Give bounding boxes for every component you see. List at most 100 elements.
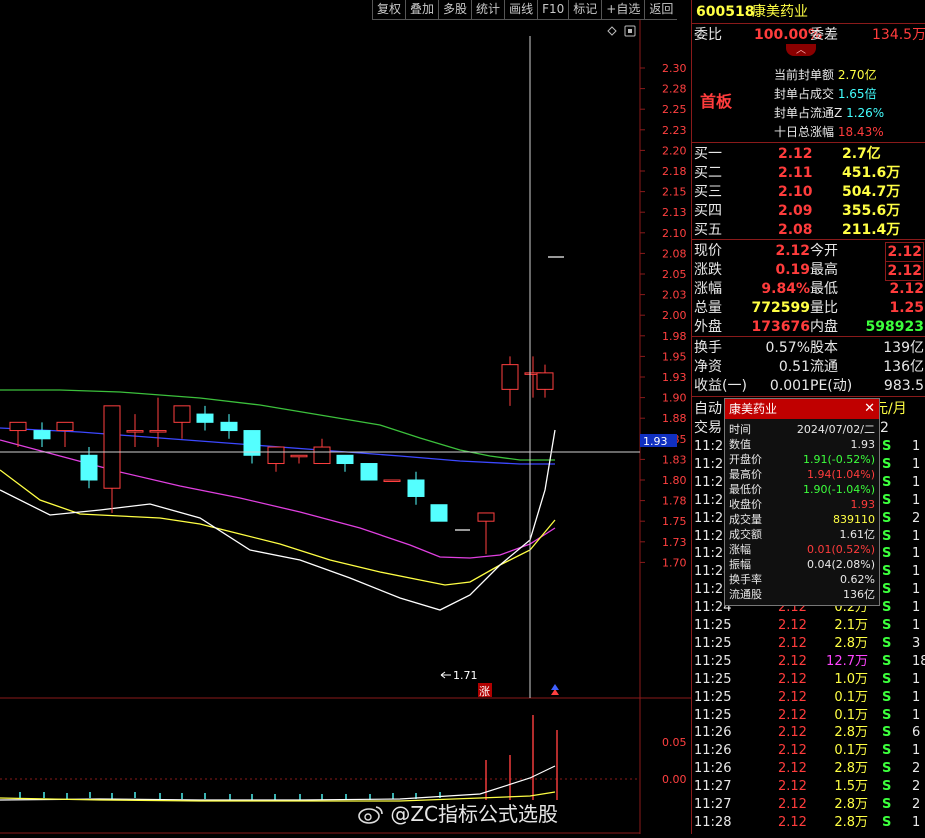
toolbar-draw-line-button[interactable]: 画线 bbox=[504, 0, 538, 20]
tick-row[interactable]: 11:27 2.12 2.8万 S 2 bbox=[692, 796, 925, 814]
stock-name: 康美药业 bbox=[752, 4, 808, 20]
toolbar-multi-stock-button[interactable]: 多股 bbox=[438, 0, 472, 20]
popup-row: 最低价 1.90(-1.04%) bbox=[725, 482, 879, 497]
toolbar-fuquan-button[interactable]: 复权 bbox=[372, 0, 406, 20]
price-axis-tick: 1.88 bbox=[662, 412, 687, 425]
moving-average-lines bbox=[0, 389, 556, 611]
bid-volume: 451.6万 bbox=[842, 165, 901, 181]
tick-side: S bbox=[882, 653, 892, 669]
candle bbox=[360, 463, 378, 481]
price-axis-tick: 2.08 bbox=[662, 247, 687, 260]
stat-label: 涨跌 bbox=[694, 262, 722, 278]
price-axis-tick: 2.03 bbox=[662, 289, 687, 302]
tick-count: 3 bbox=[912, 635, 921, 651]
kline-chart-svg[interactable]: 2.30 2.28 2.25 2.23 2.20 2.18 2.15 2.13 2.10 2.08… bbox=[0, 20, 691, 834]
seal-row-2: 封单占流通Z 1.26% bbox=[774, 106, 885, 120]
tick-volume: 2.8万 bbox=[834, 725, 868, 741]
bid-label: 买二 bbox=[694, 165, 722, 181]
stat-value: 9.84% bbox=[761, 281, 810, 297]
stat-row: 外盘 173676 内盘 598923 bbox=[692, 318, 925, 336]
stat2-value-2: 139亿 bbox=[883, 340, 924, 356]
tick-count: 1 bbox=[912, 671, 921, 687]
candle bbox=[149, 397, 167, 448]
tick-time: 11:25 bbox=[694, 689, 732, 705]
stat-value: 772599 bbox=[751, 300, 810, 316]
candle bbox=[501, 356, 519, 406]
tick-price: 2.12 bbox=[778, 725, 807, 741]
collapse-toggle[interactable]: ︿ bbox=[786, 44, 816, 56]
bid-volume: 504.7万 bbox=[842, 184, 901, 200]
toolbar-back-button[interactable]: 返回 bbox=[644, 0, 678, 20]
bid-price: 2.12 bbox=[778, 146, 813, 162]
tick-row[interactable]: 11:25 2.12 0.1万 S 1 bbox=[692, 689, 925, 707]
tick-time: 11:28 bbox=[694, 814, 732, 830]
kline-chart-area[interactable]: 2.30 2.28 2.25 2.23 2.20 2.18 2.15 2.13 2.10 2.08… bbox=[0, 20, 691, 834]
tick-row[interactable]: 11:26 2.12 2.8万 S 6 bbox=[692, 724, 925, 742]
volume-axis-label-005: 0.05 bbox=[662, 736, 687, 749]
tick-side: S bbox=[882, 582, 892, 598]
volume-axis-label-000: 0.00 bbox=[662, 773, 687, 786]
tick-row[interactable]: 11:26 2.12 2.8万 S 2 bbox=[692, 760, 925, 778]
popup-row: 时间 2024/07/02/二 bbox=[725, 422, 879, 437]
candle-info-popup: 康美药业 ✕ 时间 2024/07/02/二 数值 1.93 开盘价 1.91(-0.52… bbox=[724, 398, 880, 606]
popup-row-label: 时间 bbox=[729, 423, 751, 436]
popup-row-value: 839110 bbox=[833, 513, 875, 526]
tick-row[interactable]: 11:27 2.12 1.5万 S 2 bbox=[692, 778, 925, 796]
price-axis-tick: 2.13 bbox=[662, 206, 687, 219]
bid-price: 2.08 bbox=[778, 222, 813, 238]
candle bbox=[290, 454, 308, 464]
tick-row[interactable]: 11:25 2.12 2.1万 S 1 bbox=[692, 617, 925, 635]
stat-value-2: 598923 bbox=[865, 319, 924, 335]
tick-row[interactable]: 11:28 2.12 2.8万 S 1 bbox=[692, 814, 925, 832]
tick-price: 2.12 bbox=[778, 671, 807, 687]
candle bbox=[536, 364, 554, 398]
stat2-row: 收益(一) 0.001 PE(动) 983.5 bbox=[692, 377, 925, 395]
popup-title-bar: 康美药业 ✕ bbox=[725, 399, 879, 419]
diamond-icon[interactable] bbox=[607, 26, 617, 36]
price-axis-tick: 2.18 bbox=[662, 165, 687, 178]
tick-row[interactable]: 11:25 2.12 12.7万 S 18 bbox=[692, 653, 925, 671]
toolbar-mark-button[interactable]: 标记 bbox=[568, 0, 602, 20]
tick-volume: 2.8万 bbox=[834, 797, 868, 812]
tick-price: 2.12 bbox=[778, 653, 807, 669]
tick-side: S bbox=[882, 474, 892, 490]
tick-volume: 0.1万 bbox=[834, 743, 868, 759]
tick-count: 1 bbox=[912, 582, 921, 598]
tick-row[interactable]: 11:26 2.12 0.1万 S 1 bbox=[692, 742, 925, 760]
tick-count: 1 bbox=[912, 814, 921, 830]
tick-count: 18 bbox=[912, 653, 925, 669]
popup-row: 振幅 0.04(2.08%) bbox=[725, 557, 879, 572]
toolbar-add-watchlist-button[interactable]: +自选 bbox=[601, 0, 645, 20]
price-axis-tick: 1.93 bbox=[662, 371, 687, 384]
stat2-value-2: 983.5 bbox=[883, 378, 924, 394]
stat2-row: 净资 0.51 流通 136亿 bbox=[692, 358, 925, 376]
auto-label: 自动 bbox=[694, 401, 722, 417]
price-axis-tick: 1.90 bbox=[662, 392, 687, 405]
close-icon[interactable]: ✕ bbox=[864, 399, 875, 419]
toolbar-stats-button[interactable]: 统计 bbox=[471, 0, 505, 20]
crosshair-price-text: 1.93 bbox=[643, 435, 668, 448]
tick-row[interactable]: 11:25 2.12 1.0万 S 1 bbox=[692, 671, 925, 689]
tick-row[interactable]: 11:25 2.12 2.8万 S 3 bbox=[692, 635, 925, 653]
chart-settings-icons[interactable] bbox=[607, 25, 636, 37]
toolbar-overlay-button[interactable]: 叠加 bbox=[405, 0, 439, 20]
tick-row[interactable]: 11:25 2.12 0.1万 S 1 bbox=[692, 707, 925, 725]
candle bbox=[313, 438, 331, 465]
stat2-label: 换手 bbox=[694, 340, 722, 356]
popup-row-value: 0.01(0.52%) bbox=[806, 543, 875, 556]
tick-count: 1 bbox=[912, 474, 921, 490]
stat-value: 2.12 bbox=[775, 243, 810, 259]
tick-side: S bbox=[882, 528, 892, 544]
stock-code: 600518 bbox=[696, 4, 755, 20]
candle bbox=[243, 430, 261, 464]
stat-label-2: 最低 bbox=[810, 281, 838, 297]
stat2-row: 换手 0.57% 股本 139亿 bbox=[692, 339, 925, 357]
candle bbox=[220, 414, 238, 439]
bid-volume: 355.6万 bbox=[842, 203, 901, 219]
tick-count: 1 bbox=[912, 707, 921, 723]
toolbar-f10-button[interactable]: F10 bbox=[537, 0, 569, 20]
tick-price: 2.12 bbox=[778, 707, 807, 723]
popup-row-value: 1.94(1.04%) bbox=[806, 468, 875, 481]
tick-side: S bbox=[882, 725, 892, 741]
stat2-label: 净资 bbox=[694, 359, 722, 375]
